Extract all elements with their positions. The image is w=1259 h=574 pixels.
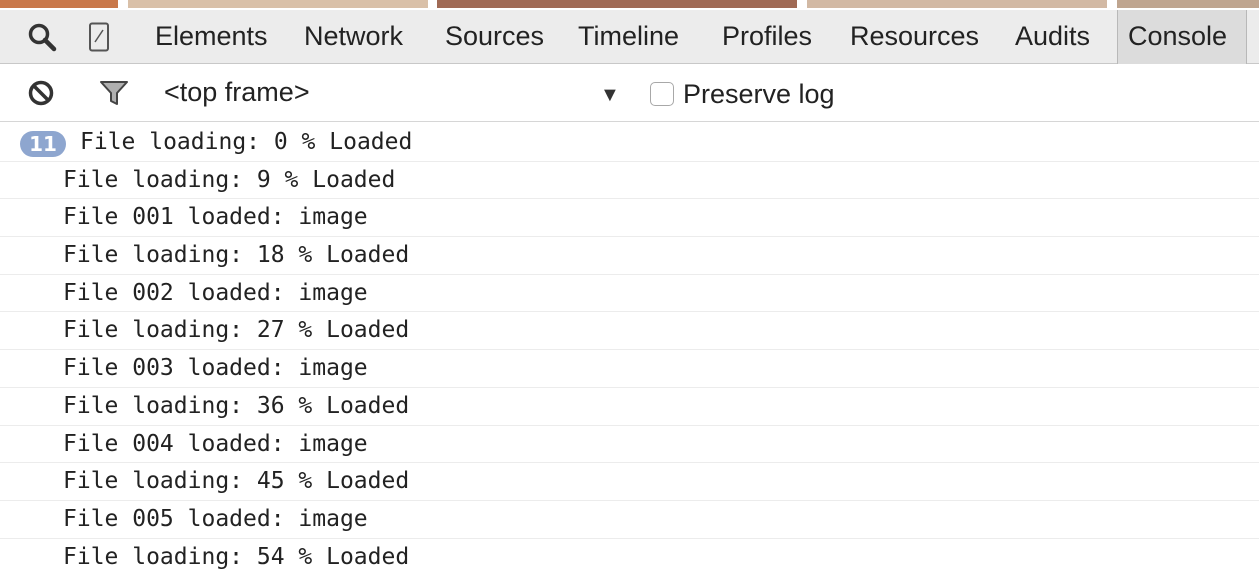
message-text: File 004 loaded: image (63, 430, 368, 457)
message-text: File loading: 36 % Loaded (63, 392, 410, 419)
preserve-log-label[interactable]: Preserve log (683, 64, 835, 122)
page-content-strip (0, 0, 1259, 10)
console-messages: 11 File loading: 0 % Loaded File loading… (0, 124, 1259, 574)
page-content-fragment (1117, 0, 1259, 8)
console-message: File 002 loaded: image (0, 275, 1259, 313)
frame-selector[interactable]: <top frame> (164, 64, 310, 122)
devtools-tab-toolbar: Elements Network Sources Timeline Profil… (0, 10, 1259, 64)
console-message: File loading: 45 % Loaded (0, 463, 1259, 501)
message-text: File loading: 54 % Loaded (63, 543, 410, 570)
tab-elements[interactable]: Elements (155, 10, 268, 64)
tab-sources[interactable]: Sources (445, 10, 544, 64)
console-message: File loading: 18 % Loaded (0, 237, 1259, 275)
tab-profiles[interactable]: Profiles (722, 10, 812, 64)
clear-console-icon[interactable] (24, 64, 58, 122)
tab-audits[interactable]: Audits (1015, 10, 1090, 64)
dropdown-arrow-icon[interactable]: ▼ (600, 64, 620, 122)
console-message: File 001 loaded: image (0, 199, 1259, 238)
message-text: File 001 loaded: image (63, 204, 368, 231)
message-text: File loading: 9 % Loaded (63, 166, 396, 193)
tab-timeline[interactable]: Timeline (578, 10, 679, 64)
console-message: File 005 loaded: image (0, 501, 1259, 539)
preserve-log-checkbox[interactable] (650, 82, 674, 106)
filter-icon[interactable] (96, 64, 132, 122)
message-text: File 005 loaded: image (63, 505, 368, 532)
console-message: 11 File loading: 0 % Loaded (0, 124, 1259, 162)
console-message: File loading: 54 % Loaded (0, 539, 1259, 574)
console-filter-bar: <top frame> ▼ (0, 64, 1259, 122)
message-text: File loading: 45 % Loaded (63, 468, 410, 495)
console-message: File 003 loaded: image (0, 350, 1259, 388)
mobile-device-icon[interactable] (84, 10, 114, 64)
tab-network[interactable]: Network (304, 10, 403, 64)
console-message: File loading: 36 % Loaded (0, 388, 1259, 426)
message-text: File 003 loaded: image (63, 355, 368, 382)
message-text: File loading: 0 % Loaded (80, 129, 413, 155)
page-content-fragment (128, 0, 428, 8)
console-message: File loading: 9 % Loaded (0, 162, 1259, 200)
console-message: File loading: 27 % Loaded (0, 312, 1259, 351)
repeat-count-badge: 11 (20, 131, 66, 157)
message-text: File 002 loaded: image (63, 279, 368, 306)
tab-console[interactable]: Console (1117, 10, 1247, 64)
page-content-fragment (807, 0, 1107, 8)
tab-resources[interactable]: Resources (850, 10, 979, 64)
console-message: File 004 loaded: image (0, 426, 1259, 464)
message-text: File loading: 27 % Loaded (63, 317, 410, 344)
page-content-fragment (437, 0, 797, 8)
page-content-fragment (0, 0, 118, 8)
search-icon[interactable] (22, 10, 62, 64)
message-text: File loading: 18 % Loaded (63, 242, 410, 269)
